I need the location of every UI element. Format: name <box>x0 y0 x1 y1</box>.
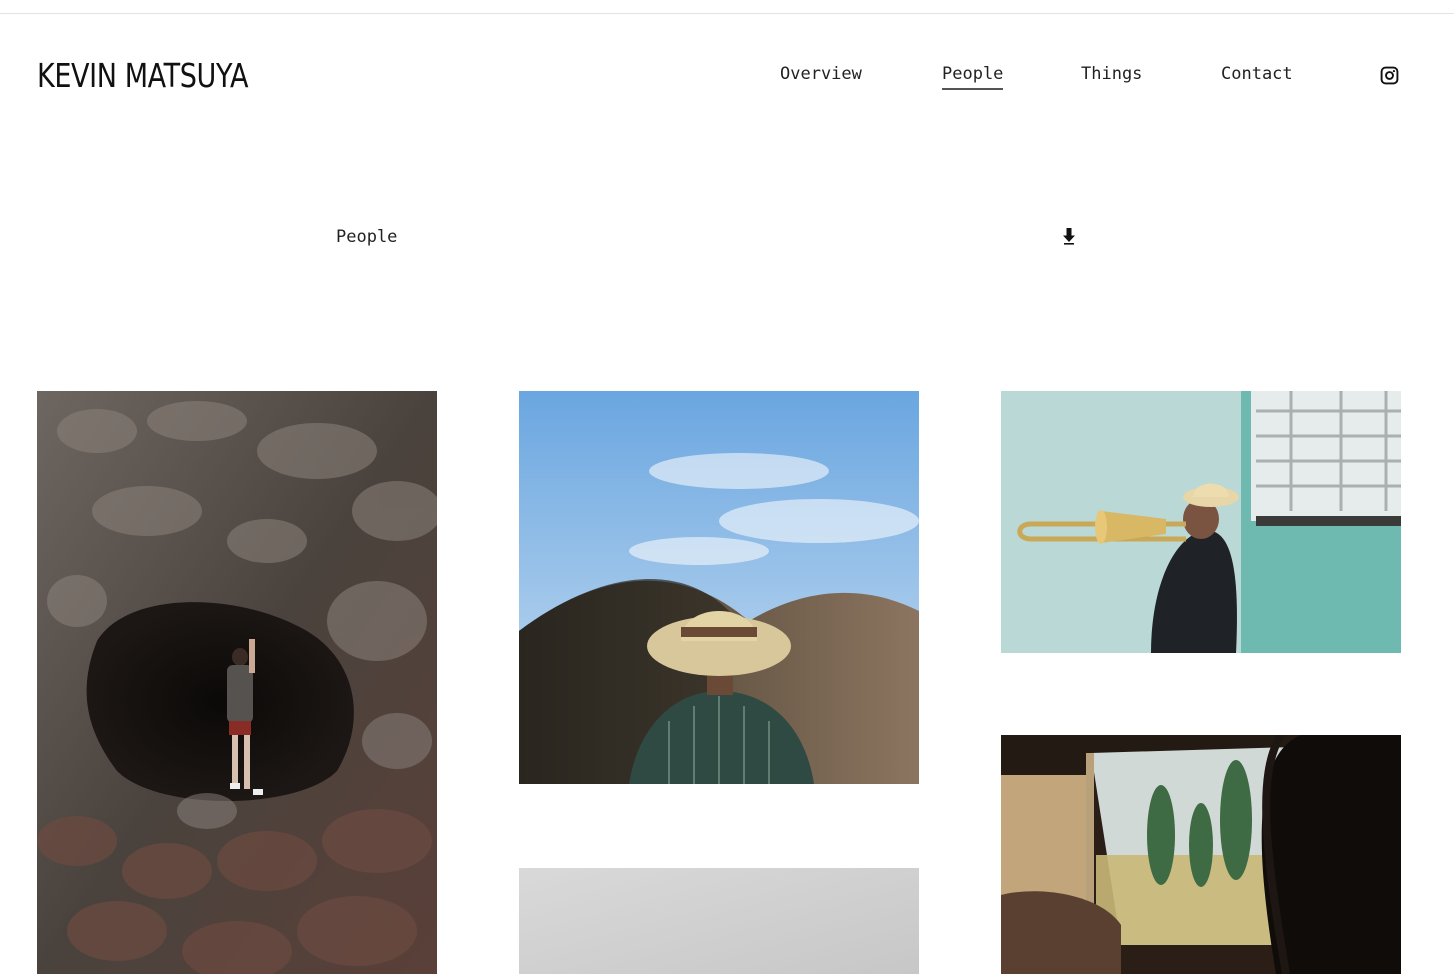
gallery-photo-hat-hills[interactable] <box>519 391 919 784</box>
nav-contact[interactable]: Contact <box>1221 64 1293 88</box>
top-divider <box>0 13 1454 14</box>
gallery-photo-cave[interactable] <box>37 391 437 974</box>
gallery-photo-trombone[interactable] <box>1001 391 1401 653</box>
nav-people[interactable]: People <box>942 64 1004 90</box>
nav-overview[interactable]: Overview <box>780 64 862 88</box>
instagram-icon[interactable] <box>1380 66 1399 85</box>
gallery-photo-grey[interactable] <box>519 868 919 974</box>
arrow-down-icon[interactable] <box>1062 227 1076 245</box>
section-title: People <box>336 227 398 247</box>
site-logo-link[interactable]: KEVIN MATSUYA <box>37 56 248 95</box>
nav-things[interactable]: Things <box>1081 64 1142 88</box>
gallery-photo-car-window[interactable] <box>1001 735 1401 974</box>
